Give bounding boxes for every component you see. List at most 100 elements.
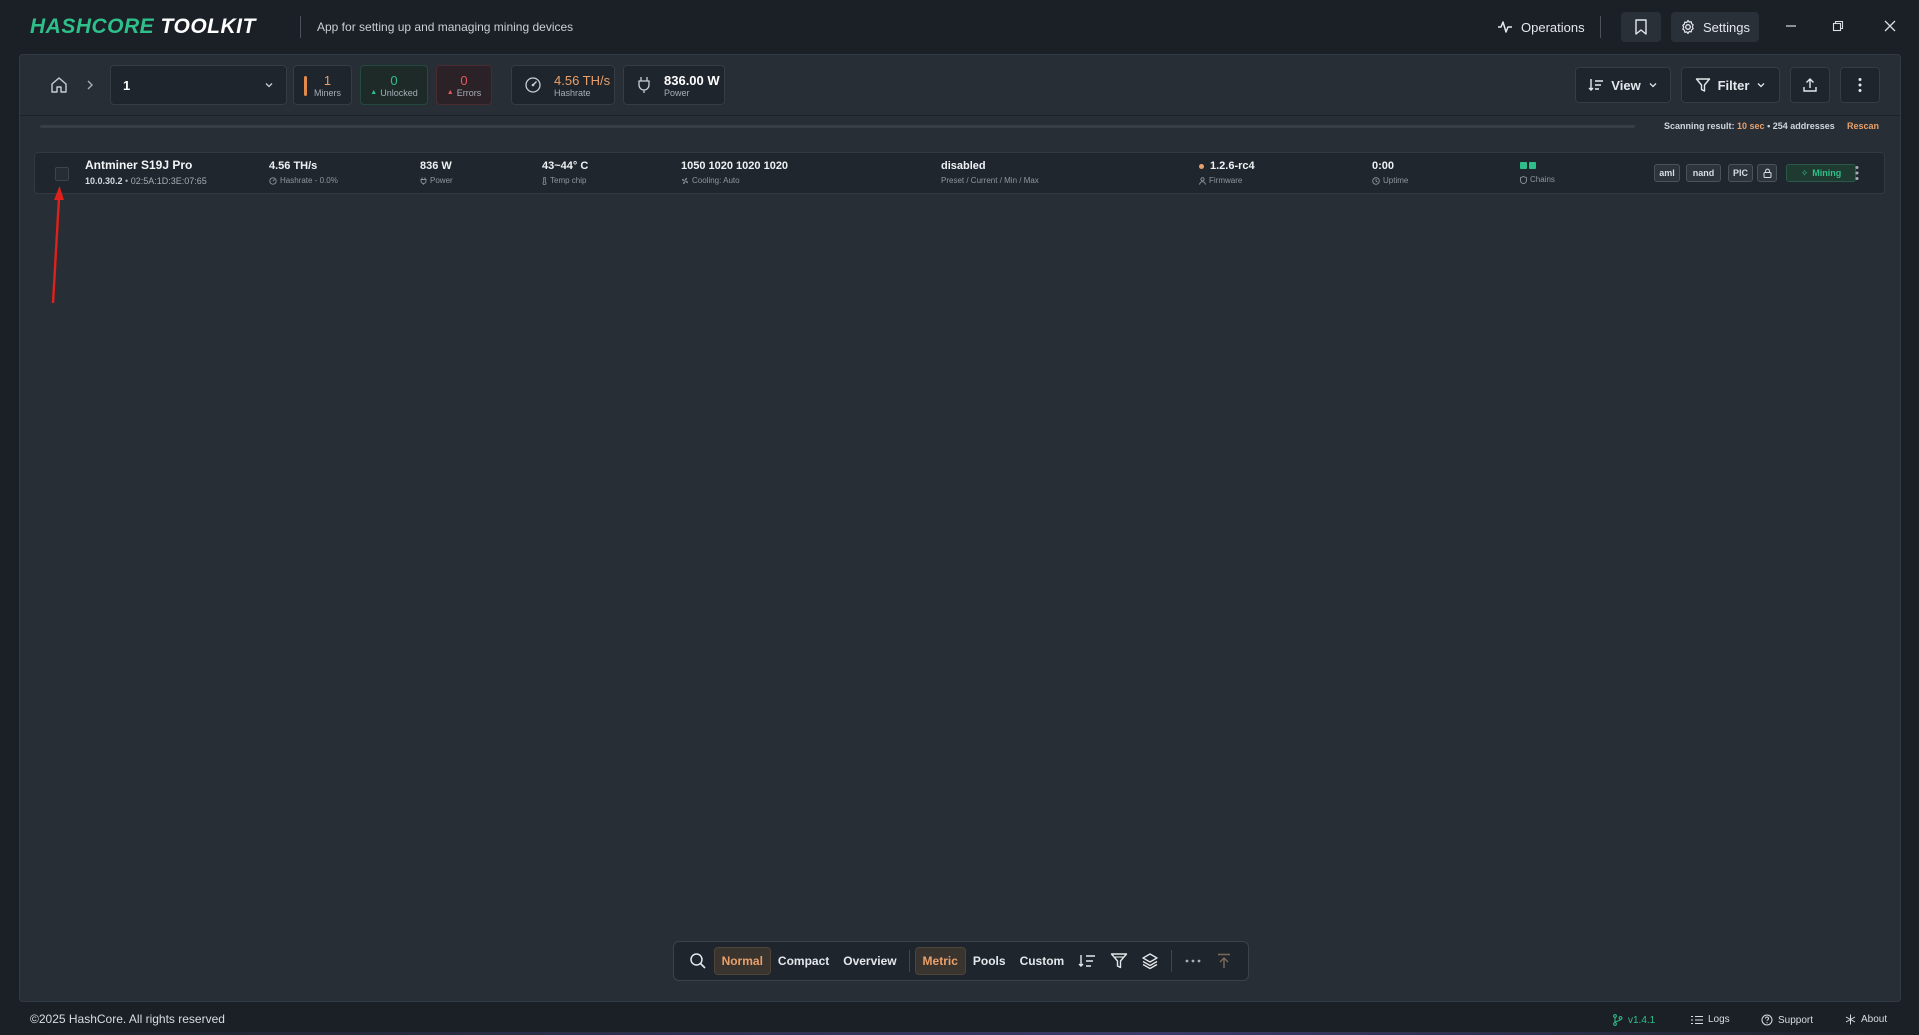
more-menu-button[interactable] [1840, 67, 1880, 103]
layout-compact-button[interactable]: Compact [771, 947, 836, 975]
uptime-cell: 0:00 Uptime [1372, 160, 1408, 185]
lock-button[interactable] [1757, 164, 1777, 182]
support-link[interactable]: Support [1761, 1014, 1813, 1026]
operations-icon [1497, 19, 1513, 35]
miner-ip[interactable]: 10.0.30.2 [85, 176, 123, 186]
unlocked-label: Unlocked [380, 87, 418, 98]
kebab-icon [1855, 165, 1859, 181]
view-label: View [1611, 77, 1641, 93]
more-icon [1185, 959, 1201, 963]
support-label: Support [1778, 1014, 1814, 1026]
filter-label: Filter [1717, 77, 1750, 93]
power-sub: Power [430, 176, 453, 185]
kebab-icon [1858, 77, 1862, 93]
columns-metric-button[interactable]: Metric [914, 947, 966, 975]
upload-icon [1802, 77, 1818, 93]
uptime-sub: Uptime [1383, 176, 1409, 185]
miner-power: 836 W [420, 160, 452, 172]
sort-button[interactable] [1071, 947, 1103, 975]
power-value: 836.00 W [664, 72, 720, 88]
status-badge[interactable]: ✧ Mining [1786, 164, 1856, 182]
row-checkbox[interactable] [55, 167, 69, 181]
error-dot-icon: ▲ [446, 89, 454, 96]
miner-temp: 43~44° C [542, 160, 589, 172]
view-button[interactable]: View [1575, 67, 1671, 103]
titlebar-separator [1600, 16, 1601, 38]
miners-stat[interactable]: 1 Miners [293, 65, 352, 105]
temperature-cell: 43~44° C Temp chip [542, 160, 588, 185]
miner-fans: 1050 1020 1020 1020 [681, 160, 789, 172]
logs-label: Logs [1708, 1014, 1730, 1025]
chevron-down-icon [1648, 80, 1658, 90]
speedometer-icon [269, 176, 277, 185]
unlocked-count: 0 [390, 72, 398, 88]
title-bar: HASHCORE TOOLKIT App for setting up and … [0, 0, 1919, 54]
about-label: About [1861, 1014, 1888, 1025]
plug-icon [420, 177, 427, 185]
tag-aml[interactable]: aml [1654, 164, 1680, 182]
branch-icon [1612, 1014, 1623, 1026]
search-button[interactable] [682, 947, 714, 975]
about-link[interactable]: About [1845, 1014, 1887, 1025]
close-button[interactable] [1879, 15, 1901, 37]
layers-button[interactable] [1134, 947, 1166, 975]
table-row[interactable]: Antminer S19J Pro 10.0.30.2 • 02:5A:1D:3… [34, 152, 1885, 194]
filter-icon [1110, 952, 1128, 970]
chevron-down-icon [264, 80, 274, 90]
layout-normal-button[interactable]: Normal [713, 947, 771, 975]
scan-progress-bar [40, 125, 1635, 128]
mining-icon: ✧ [1800, 167, 1809, 178]
miner-model: Antminer S19J Pro [85, 158, 193, 172]
filter-icon [1695, 77, 1711, 93]
bottombar-separator [908, 950, 910, 972]
row-menu-button[interactable] [1855, 165, 1859, 181]
close-icon [1884, 20, 1896, 32]
errors-stat[interactable]: 0 ▲ Errors [436, 65, 492, 105]
footer: ©2025 HashCore. All rights reserved v1.4… [0, 1004, 1919, 1035]
unlocked-stat[interactable]: 0 ▲ Unlocked [360, 65, 428, 105]
tag-pic[interactable]: PIC [1728, 164, 1753, 182]
operations-button[interactable]: Operations [1497, 17, 1585, 37]
restore-button[interactable] [1827, 15, 1849, 37]
errors-count: 0 [460, 72, 468, 88]
more-options-button[interactable] [1177, 947, 1209, 975]
columns-pools-button[interactable]: Pools [966, 947, 1013, 975]
app-logo: HASHCORE TOOLKIT [30, 15, 256, 38]
search-icon [689, 952, 707, 970]
scan-result-text: Scanning result: 10 sec • 254 addresses [1664, 121, 1835, 131]
home-button[interactable] [50, 76, 68, 94]
miner-name-cell: Antminer S19J Pro 10.0.30.2 • 02:5A:1D:3… [85, 158, 207, 186]
gear-icon [1680, 19, 1696, 35]
settings-button[interactable]: Settings [1671, 12, 1759, 42]
tag-nand[interactable]: nand [1686, 164, 1721, 182]
filter-button[interactable]: Filter [1681, 67, 1780, 103]
chevron-down-icon [1756, 80, 1766, 90]
layout-overview-button[interactable]: Overview [836, 947, 903, 975]
status-label: Mining [1812, 168, 1842, 178]
columns-custom-button[interactable]: Custom [1013, 947, 1072, 975]
fans-cell: 1050 1020 1020 1020 Cooling: Auto [681, 160, 788, 185]
temp-sub: Temp chip [550, 176, 587, 185]
restore-icon [1832, 20, 1844, 32]
bookmark-button[interactable] [1621, 12, 1661, 42]
minimize-button[interactable] [1780, 15, 1802, 37]
lock-icon [1763, 168, 1772, 178]
toolbar-divider [20, 115, 1900, 116]
export-button[interactable] [1790, 67, 1830, 103]
group-select[interactable]: 1 [110, 65, 287, 105]
hashrate-value: 4.56 TH/s [554, 72, 611, 88]
chains-sub: Chains [1530, 175, 1555, 184]
bottom-toolbar: Normal Compact Overview Metric Pools Cus… [673, 941, 1249, 981]
scroll-top-button[interactable] [1208, 947, 1240, 975]
miner-uptime: 0:00 [1372, 160, 1395, 172]
asterisk-icon [1845, 1014, 1856, 1025]
rescan-link[interactable]: Rescan [1847, 121, 1879, 131]
miners-label: Miners [313, 87, 341, 98]
settings-label: Settings [1703, 19, 1750, 35]
filter-quick-button[interactable] [1103, 947, 1135, 975]
speedometer-icon [524, 76, 542, 94]
title-separator [300, 16, 301, 38]
sort-list-icon [1078, 953, 1096, 969]
version-link[interactable]: v1.4.1 [1612, 1014, 1655, 1026]
logs-link[interactable]: Logs [1691, 1014, 1730, 1025]
